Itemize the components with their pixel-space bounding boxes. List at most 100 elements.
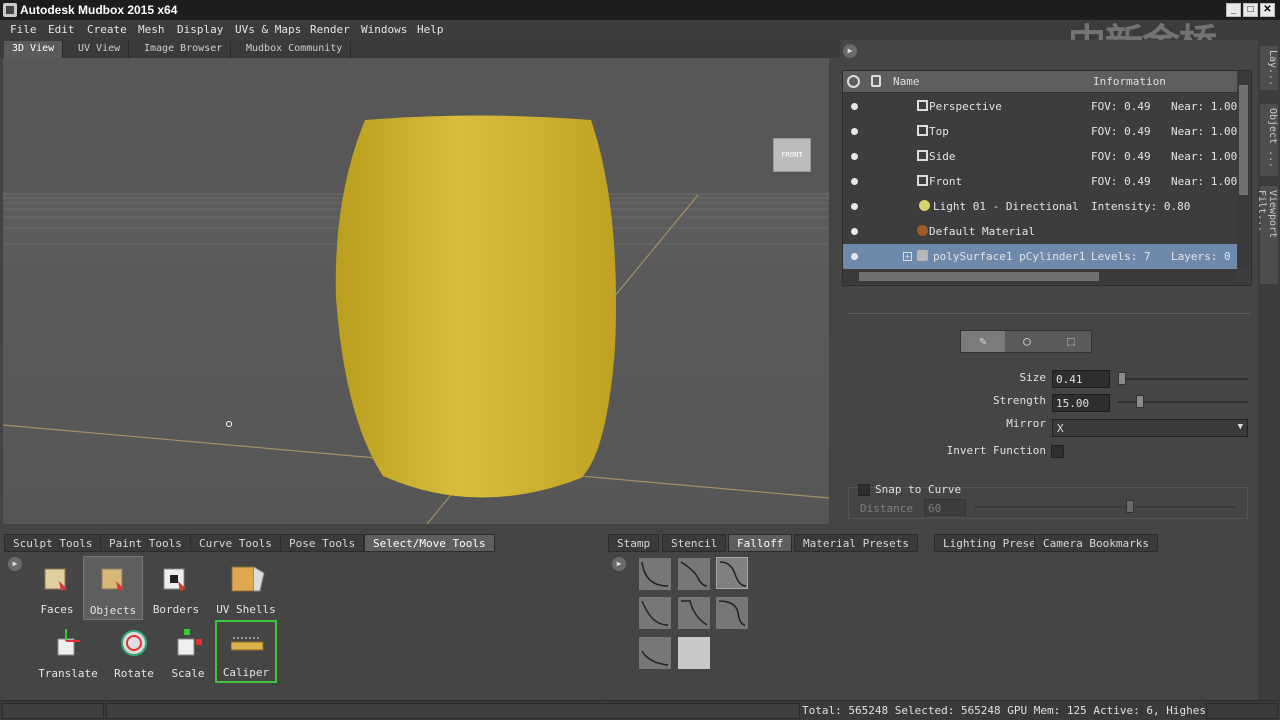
mirror-dropdown[interactable]: X ▼ [1052, 419, 1248, 437]
falloff-preset-3[interactable] [716, 557, 748, 589]
tool-caliper[interactable]: Caliper [215, 620, 277, 683]
menu-render[interactable]: Render [310, 23, 350, 36]
close-button[interactable]: ✕ [1260, 3, 1275, 17]
tab-viewport-filters[interactable]: Viewport Filt... [1256, 186, 1278, 284]
camera-icon [917, 150, 928, 161]
outliner-vertical-scrollbar[interactable] [1237, 71, 1250, 267]
falloff-preset-4[interactable] [639, 597, 671, 629]
visibility-icon[interactable] [851, 228, 858, 235]
visibility-header-icon[interactable] [847, 75, 860, 88]
visibility-icon[interactable] [851, 128, 858, 135]
menu-create[interactable]: Create [87, 23, 127, 36]
tab-pose-tools[interactable]: Pose Tools [280, 534, 365, 552]
tab-3d-view[interactable]: 3D View [4, 41, 64, 58]
barrel-mesh[interactable] [335, 115, 616, 498]
outliner-row-perspective[interactable]: Perspective FOV: 0.49 Near: 1.000 [843, 94, 1244, 119]
tray-expand-button[interactable]: ▶ [612, 557, 626, 571]
tab-sculpt-tools[interactable]: Sculpt Tools [4, 534, 102, 552]
falloff-preset-flat[interactable] [678, 637, 710, 669]
tab-falloff[interactable]: Falloff [728, 534, 793, 552]
falloff-preset-2[interactable] [678, 558, 710, 590]
outliner-row-top[interactable]: Top FOV: 0.49 Near: 1.000 [843, 119, 1244, 144]
row-info: FOV: 0.49 [1091, 175, 1151, 188]
row-info: Levels: 7 [1091, 250, 1151, 263]
lock-header-icon[interactable] [871, 75, 881, 87]
tool-scale[interactable]: Scale [158, 621, 218, 683]
translate-icon [57, 629, 80, 656]
menu-file[interactable]: File [10, 23, 37, 36]
outliner-row-material[interactable]: Default Material [843, 219, 1237, 244]
strength-field[interactable]: 15.00 [1052, 394, 1110, 412]
falloff-preset-7[interactable] [639, 637, 671, 669]
strength-slider[interactable] [1118, 395, 1248, 408]
invert-function-checkbox[interactable] [1051, 445, 1064, 458]
tab-material-presets[interactable]: Material Presets [794, 534, 918, 552]
maximize-button[interactable]: □ [1243, 3, 1258, 17]
rectangle-mode-button[interactable]: ⬚ [1049, 331, 1093, 352]
falloff-curve-icon [719, 561, 747, 587]
column-information[interactable]: Information [1093, 75, 1166, 88]
tool-rotate[interactable]: Rotate [104, 621, 164, 683]
tab-image-browser[interactable]: Image Browser [136, 41, 232, 58]
tool-borders[interactable]: Borders [146, 557, 206, 619]
tab-camera-bookmarks[interactable]: Camera Bookmarks [1034, 534, 1158, 552]
visibility-icon[interactable] [851, 253, 858, 260]
distance-slider[interactable] [974, 500, 1236, 513]
visibility-icon[interactable] [851, 103, 858, 110]
snap-to-curve-label: Snap to Curve [875, 483, 962, 496]
scroll-thumb[interactable] [1239, 85, 1248, 195]
tray-expand-button[interactable]: ▶ [8, 557, 22, 571]
column-name[interactable]: Name [893, 75, 920, 88]
tab-uv-view[interactable]: UV View [70, 41, 130, 58]
expand-icon[interactable]: + [903, 252, 912, 261]
falloff-preset-1[interactable] [639, 558, 671, 590]
visibility-icon[interactable] [851, 153, 858, 160]
tab-select-move-tools[interactable]: Select/Move Tools [364, 534, 495, 552]
outliner-row-light[interactable]: Light 01 - Directional Intensity: 0.80 [843, 194, 1237, 219]
snap-to-curve-checkbox[interactable] [858, 484, 870, 496]
viewcube[interactable]: FRONT [773, 138, 811, 172]
menu-uvs-maps[interactable]: UVs & Maps [235, 23, 301, 36]
outliner-horizontal-scrollbar[interactable] [843, 269, 1237, 284]
tab-curve-tools[interactable]: Curve Tools [190, 534, 281, 552]
visibility-icon[interactable] [851, 203, 858, 210]
falloff-preset-6[interactable] [716, 597, 748, 629]
lasso-mode-button[interactable]: ◯ [1005, 331, 1049, 352]
view-tab-bar: 3D View UV View Image Browser Mudbox Com… [0, 40, 840, 58]
light-icon [919, 200, 930, 211]
tab-paint-tools[interactable]: Paint Tools [100, 534, 191, 552]
menu-windows[interactable]: Windows [361, 23, 407, 36]
tool-label: Borders [152, 603, 200, 616]
outliner-row-mesh[interactable]: + polySurface1 pCylinder1 Levels: 7 Laye… [843, 244, 1237, 269]
tab-layers[interactable]: Lay... [1260, 46, 1278, 90]
size-slider-knob[interactable] [1118, 372, 1126, 385]
scroll-thumb[interactable] [859, 272, 1099, 281]
minimize-button[interactable]: _ [1226, 3, 1241, 17]
row-info-2: Near: 1.000 [1171, 175, 1244, 188]
distance-field[interactable]: 60 [924, 499, 966, 516]
tab-stamp[interactable]: Stamp [608, 534, 660, 552]
tab-object-list[interactable]: Object ... [1260, 104, 1278, 176]
size-slider[interactable] [1118, 372, 1248, 385]
3d-viewport[interactable]: FRONT [3, 58, 829, 524]
tool-label: UV Shells [216, 603, 276, 616]
tab-stencil[interactable]: Stencil [662, 534, 727, 552]
menu-display[interactable]: Display [177, 23, 223, 36]
panel-collapse-button[interactable]: ▶ [843, 44, 857, 58]
tool-objects[interactable]: Objects [83, 556, 143, 620]
tool-translate[interactable]: Translate [38, 621, 98, 683]
strength-slider-knob[interactable] [1136, 395, 1144, 408]
distance-slider-knob[interactable] [1126, 500, 1134, 513]
menu-help[interactable]: Help [417, 23, 444, 36]
menu-edit[interactable]: Edit [48, 23, 75, 36]
tool-faces[interactable]: Faces [27, 557, 87, 619]
falloff-preset-5[interactable] [678, 597, 710, 629]
tool-uv-shells[interactable]: UV Shells [216, 557, 276, 619]
brush-mode-button[interactable]: ✎ [961, 331, 1005, 352]
size-field[interactable]: 0.41 [1052, 370, 1110, 388]
tab-mudbox-community[interactable]: Mudbox Community [238, 41, 352, 58]
visibility-icon[interactable] [851, 178, 858, 185]
menu-mesh[interactable]: Mesh [138, 23, 165, 36]
outliner-row-front[interactable]: Front FOV: 0.49 Near: 1.000 [843, 169, 1244, 194]
outliner-row-side[interactable]: Side FOV: 0.49 Near: 1.000 [843, 144, 1244, 169]
